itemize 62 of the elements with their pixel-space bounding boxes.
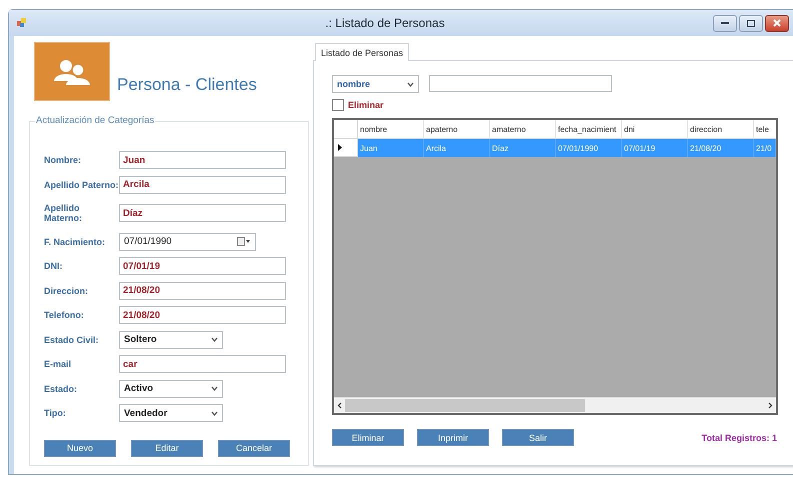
row-pointer-icon [338,144,342,151]
search-field[interactable] [429,75,612,92]
close-button[interactable] [765,14,789,32]
minimize-button[interactable] [713,14,737,32]
field-label: Nombre: [44,155,82,166]
chevron-down-icon [211,386,218,392]
checkbox[interactable] [332,99,344,111]
field-label: Apellido Materno: [44,203,83,224]
dropdown[interactable]: Activo [119,380,223,398]
input-field[interactable]: 21/08/20 [119,306,286,324]
input-field[interactable]: 07/01/19 [119,257,286,276]
table-cell: 21/0 [754,139,776,157]
window-title: .: Listado de Personas [324,16,446,30]
input-field[interactable]: 21/08/20 [119,282,286,300]
field-label: Estado: [44,384,78,394]
table-cell: 21/08/20 [688,139,754,157]
action-button[interactable]: Salir [502,429,574,446]
table-cell: 07/01/19 [622,139,688,157]
table-cell: Arcila [424,139,490,157]
minimize-icon [721,21,729,25]
group-title: Actualización de Categorías [35,115,156,126]
field-label: F. Nacimiento: [44,236,106,247]
total-records: Total Registros: 1 [702,432,777,442]
action-button[interactable]: Inprimir [417,429,489,446]
maximize-button[interactable] [739,14,763,32]
table-cell: 07/01/1990 [556,139,622,157]
chevron-down-icon [211,337,218,342]
dropdown[interactable]: Vendedor [119,404,223,422]
field-label: Telefono: [44,310,85,320]
people-icon [54,58,90,84]
checkbox-label: Eliminar [348,100,384,110]
chevron-down-icon [407,82,414,86]
action-button[interactable]: Nuevo [44,440,116,456]
field-label: Apellido Paterno: [44,180,119,190]
tab[interactable]: Listado de Personas [315,43,410,61]
maximize-icon [747,20,755,26]
chevron-down-icon [211,410,218,416]
table-cell: Juan [358,139,424,157]
action-button[interactable]: Eliminar [332,429,404,446]
app-icon [17,18,27,28]
horizontal-scrollbar[interactable] [334,397,776,413]
field-label: Tipo: [44,408,67,418]
close-icon [773,19,781,27]
field-label: DNI: [44,261,64,272]
scroll-right-icon[interactable] [768,402,773,409]
row-header[interactable] [334,139,358,157]
input-field[interactable]: Arcila [119,176,286,194]
scroll-left-icon[interactable] [337,402,342,409]
input-field[interactable]: Juan [119,151,286,170]
search-column-dropdown[interactable]: nombre [332,75,419,93]
action-button[interactable]: Cancelar [218,440,290,456]
calendar-icon [237,237,251,246]
form-heading: Persona - Clientes [117,75,257,95]
input-field[interactable]: car [119,355,286,374]
input-field[interactable]: Díaz [119,204,286,222]
field-label: Estado Civil: [44,334,100,345]
field-label: E-mail [44,359,72,370]
dropdown[interactable]: Soltero [119,330,223,349]
field-label: Direccion: [44,286,90,296]
table-cell: Díaz [490,139,556,157]
date-picker[interactable]: 07/01/1990 [119,232,256,251]
action-button[interactable]: Editar [131,440,203,456]
